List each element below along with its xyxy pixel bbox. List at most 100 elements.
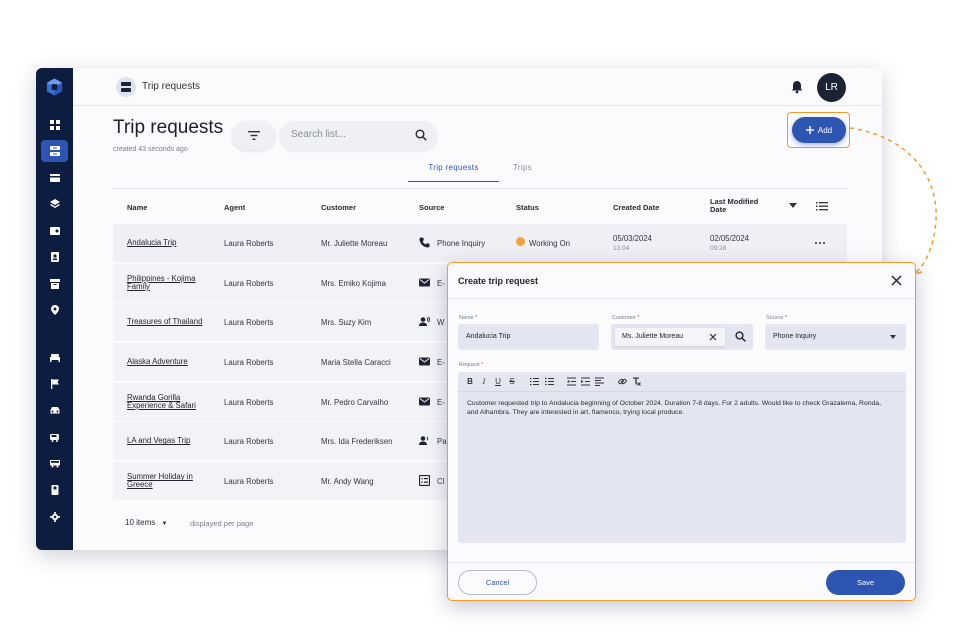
cube-logo-icon[interactable]	[45, 77, 64, 97]
breadcrumb-icon	[116, 77, 136, 97]
col-customer[interactable]: Customer	[321, 203, 356, 212]
search-icon[interactable]	[735, 331, 746, 342]
italic-button[interactable]: I	[479, 377, 489, 387]
request-text: Customer requested trip to Andalucia beg…	[467, 400, 881, 416]
people-icon	[419, 316, 430, 327]
dialog-footer-divider	[448, 562, 915, 563]
nav-location[interactable]	[41, 299, 68, 321]
search-input[interactable]: Search list...	[280, 121, 437, 150]
tab-trip-requests[interactable]: Trip requests	[408, 160, 499, 182]
clear-format-button[interactable]	[631, 377, 641, 387]
source-cell: Pa	[437, 437, 447, 447]
col-status[interactable]: Status	[516, 203, 539, 212]
nav-book[interactable]	[41, 479, 68, 501]
bold-button[interactable]: B	[465, 377, 475, 387]
request-editor[interactable]: B I U S Customer requested trip to Andal…	[458, 372, 906, 543]
modified-date: 02/05/2024	[710, 234, 750, 243]
more-actions-icon[interactable]	[815, 242, 825, 244]
table-row[interactable]: Andalucia Trip Laura Roberts Mr. Juliett…	[113, 224, 847, 262]
clear-icon[interactable]	[709, 333, 717, 341]
bullet-list-button[interactable]	[544, 377, 554, 387]
nav-flag[interactable]	[41, 373, 68, 395]
save-button[interactable]: Save	[826, 570, 905, 595]
source-cell: E-	[437, 278, 445, 288]
mail-icon	[419, 278, 430, 287]
sort-desc-icon[interactable]	[789, 203, 797, 209]
tab-trips[interactable]: Trips	[513, 160, 532, 182]
outdent-button[interactable]	[566, 377, 576, 387]
trip-name-link[interactable]: Summer Holiday in Greece	[127, 473, 217, 489]
strikethrough-button[interactable]: S	[507, 377, 517, 387]
link-button[interactable]	[617, 377, 627, 387]
form-icon	[419, 475, 430, 487]
phone-icon	[419, 237, 430, 248]
contacts-icon	[50, 252, 59, 262]
indent-icon	[580, 377, 590, 386]
agent-cell: Laura Roberts	[224, 397, 274, 407]
create-trip-request-dialog: Create trip request Name * Andalucia Tri…	[447, 262, 916, 601]
agent-cell: Laura Roberts	[224, 477, 274, 487]
agent-cell: Laura Roberts	[224, 278, 274, 288]
trip-name-link[interactable]: Rwanda Gorilla Experience & Safari	[127, 393, 217, 410]
trip-name-link[interactable]: LA and Vegas Trip	[127, 437, 217, 445]
source-cell: Phone Inquiry	[437, 239, 486, 248]
source-select[interactable]: Phone Inquiry	[765, 324, 906, 350]
source-cell: Cl	[437, 477, 445, 487]
bell-icon[interactable]	[790, 80, 804, 94]
name-field[interactable]: Andalucia Trip	[458, 324, 599, 350]
ordered-list-button[interactable]	[529, 377, 539, 387]
breadcrumb: Trip requests	[142, 81, 200, 92]
modified-time: 09:28	[710, 245, 727, 252]
col-agent[interactable]: Agent	[224, 203, 245, 212]
layers-icon	[49, 199, 60, 208]
trip-name-link[interactable]: Philippines - Kojima Family	[127, 274, 217, 291]
location-icon	[50, 305, 59, 315]
trip-name-link[interactable]: Treasures of Thailand	[127, 318, 217, 326]
nav-car[interactable]	[41, 399, 68, 421]
nav-archive[interactable]	[41, 273, 68, 295]
avatar[interactable]: LR	[817, 73, 846, 102]
dashboard-icon	[49, 120, 60, 130]
col-source[interactable]: Source	[419, 203, 444, 212]
filter-button[interactable]	[232, 121, 275, 150]
cancel-button[interactable]: Cancel	[458, 570, 537, 595]
col-last-modified-date[interactable]: Last Modified Date	[710, 198, 770, 214]
nav-settings[interactable]	[41, 506, 68, 528]
search-icon[interactable]	[415, 129, 427, 141]
customer-cell: Mrs. Emiko Kojima	[321, 278, 386, 288]
nav-bus[interactable]	[41, 452, 68, 474]
page-size-select[interactable]: 10 items ▼	[125, 518, 167, 527]
nav-shuttle[interactable]	[41, 426, 68, 448]
plus-icon	[805, 126, 814, 134]
customer-label: Customer *	[612, 315, 640, 321]
page-title: Trip requests	[113, 117, 224, 138]
col-created-date[interactable]: Created Date	[613, 203, 659, 212]
add-label: Add	[817, 125, 833, 135]
book-icon	[51, 485, 58, 495]
align-button[interactable]	[594, 377, 604, 387]
source-cell: E-	[437, 397, 445, 407]
nav-trip-requests[interactable]	[41, 140, 68, 162]
nav-id-card[interactable]	[41, 220, 68, 242]
settings-icon	[49, 512, 60, 522]
filter-icon	[247, 131, 260, 140]
shuttle-icon	[49, 434, 59, 442]
underline-button[interactable]: U	[493, 377, 503, 387]
nav-dashboard[interactable]	[41, 114, 68, 136]
nav-card[interactable]	[41, 167, 68, 189]
nav-contacts[interactable]	[41, 246, 68, 268]
trip-name-link[interactable]: Andalucia Trip	[127, 239, 217, 247]
dialog-title: Create trip request	[458, 276, 539, 286]
columns-menu-icon[interactable]	[816, 200, 828, 212]
nav-bed[interactable]	[41, 346, 68, 368]
customer-cell: Mrs. Ida Frederiksen	[321, 437, 393, 447]
customer-field[interactable]: Ms. Juliette Moreau	[611, 324, 753, 350]
col-name[interactable]: Name	[127, 203, 147, 212]
nav-layers[interactable]	[41, 193, 68, 215]
add-button[interactable]: Add	[792, 117, 846, 143]
close-icon[interactable]	[891, 275, 902, 286]
trip-name-link[interactable]: Alaska Adventure	[127, 358, 217, 366]
customer-cell: Maria Stella Caracci	[321, 358, 391, 368]
customer-value: Ms. Juliette Moreau	[622, 333, 684, 340]
indent-button[interactable]	[580, 377, 590, 387]
